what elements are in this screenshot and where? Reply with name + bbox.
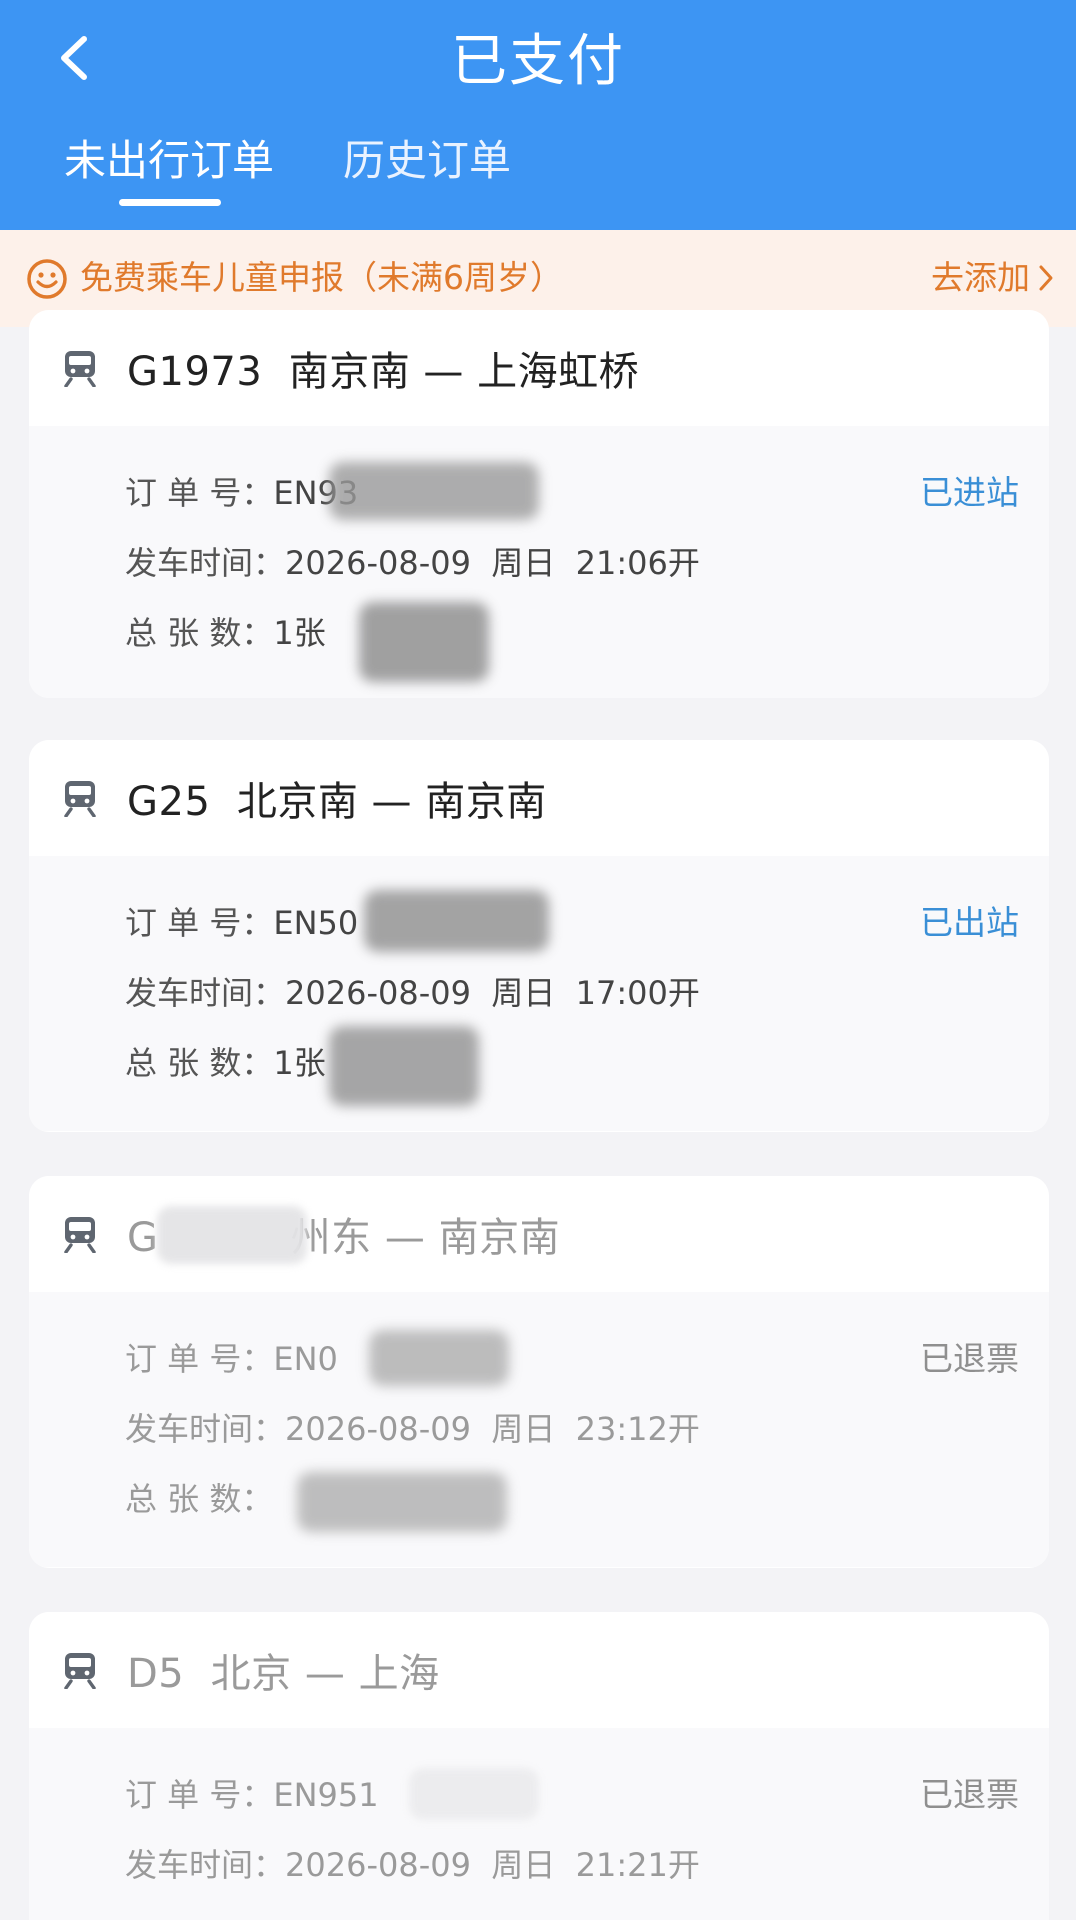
card-body: 订 单 号：EN951 发车时间：2026-08-09 周日 21:21开 已退… bbox=[29, 1728, 1049, 1920]
order-card[interactable]: G 州东 — 南京南 订 单 号：EN0 发车时间：2026-08-09 周日 … bbox=[29, 1176, 1049, 1568]
card-body: 订 单 号：EN0 发车时间：2026-08-09 周日 23:12开 总 张 … bbox=[29, 1292, 1049, 1567]
depart-time-row: 发车时间：2026-08-09 周日 21:06开 bbox=[125, 540, 700, 586]
card-header: D5 北京 — 上海 bbox=[29, 1612, 1049, 1728]
depart-time: 2026-08-09 周日 21:21开 bbox=[285, 1846, 700, 1884]
order-card[interactable]: G1973 南京南 — 上海虹桥 订 单 号：EN93 发车时间：2026-08… bbox=[29, 310, 1049, 698]
banner-text: 免费乘车儿童申报（未满6周岁） bbox=[80, 258, 563, 297]
order-number-label: 订 单 号： bbox=[125, 1340, 274, 1378]
order-number-label: 订 单 号： bbox=[125, 474, 274, 512]
order-number-row: 订 单 号：EN0 bbox=[125, 1336, 338, 1382]
order-number-row: 订 单 号：EN50 bbox=[125, 900, 358, 946]
smile-icon bbox=[27, 259, 67, 299]
depart-time-label: 发车时间： bbox=[125, 974, 286, 1012]
ticket-count-label: 总 张 数： bbox=[125, 1044, 274, 1082]
depart-time-row: 发车时间：2026-08-09 周日 17:00开 bbox=[125, 970, 700, 1016]
redaction-mark bbox=[329, 462, 539, 520]
order-card[interactable]: G25 北京南 — 南京南 订 单 号：EN50 发车时间：2026-08-09… bbox=[29, 740, 1049, 1132]
redaction-mark bbox=[329, 1026, 479, 1106]
ticket-count: 1张 bbox=[273, 1044, 326, 1082]
depart-time-label: 发车时间： bbox=[125, 1410, 286, 1448]
depart-time: 2026-08-09 周日 21:06开 bbox=[285, 544, 700, 582]
depart-time: 2026-08-09 周日 23:12开 bbox=[285, 1410, 700, 1448]
ticket-count-label: 总 张 数： bbox=[125, 614, 274, 652]
train-route: G25 北京南 — 南京南 bbox=[127, 779, 547, 825]
redaction-mark bbox=[157, 1206, 307, 1264]
train-icon bbox=[64, 1217, 96, 1253]
chevron-right-icon bbox=[1039, 265, 1053, 291]
add-child-link[interactable]: 去添加 bbox=[931, 252, 1054, 304]
card-body: 订 单 号：EN93 发车时间：2026-08-09 周日 21:06开 总 张… bbox=[29, 426, 1049, 698]
train-icon bbox=[64, 351, 96, 387]
ticket-count-row: 总 张 数：1张 bbox=[125, 1040, 326, 1086]
train-route: G1973 南京南 — 上海虹桥 bbox=[127, 349, 640, 395]
add-child-label: 去添加 bbox=[931, 258, 1030, 297]
depart-time-label: 发车时间： bbox=[125, 1846, 286, 1884]
status-badge: 已出站 bbox=[920, 903, 1019, 942]
order-number: EN951 bbox=[273, 1776, 379, 1814]
redaction-mark bbox=[364, 890, 549, 952]
status-badge: 已退票 bbox=[920, 1339, 1019, 1378]
page-title: 已支付 bbox=[451, 29, 625, 94]
active-tab-indicator bbox=[119, 199, 221, 206]
tab-history-orders[interactable]: 历史订单 bbox=[343, 130, 511, 192]
card-header: G1973 南京南 — 上海虹桥 bbox=[29, 310, 1049, 426]
tab-upcoming-orders[interactable]: 未出行订单 bbox=[64, 130, 274, 192]
redaction-mark bbox=[297, 1472, 507, 1532]
order-number-label: 订 单 号： bbox=[125, 904, 274, 942]
train-icon bbox=[64, 1653, 96, 1689]
depart-time: 2026-08-09 周日 17:00开 bbox=[285, 974, 700, 1012]
order-number: EN50 bbox=[273, 904, 359, 942]
train-icon bbox=[64, 781, 96, 817]
status-badge: 已退票 bbox=[920, 1775, 1019, 1814]
card-body: 订 单 号：EN50 发车时间：2026-08-09 周日 17:00开 总 张… bbox=[29, 856, 1049, 1131]
redaction-mark bbox=[409, 1768, 539, 1820]
ticket-count-row: 总 张 数：1张 bbox=[125, 610, 326, 656]
depart-time-row: 发车时间：2026-08-09 周日 23:12开 bbox=[125, 1406, 700, 1452]
ticket-count: 1张 bbox=[273, 614, 326, 652]
card-header: G25 北京南 — 南京南 bbox=[29, 740, 1049, 856]
ticket-count-label: 总 张 数： bbox=[125, 1480, 274, 1518]
order-number-row: 订 单 号：EN951 bbox=[125, 1772, 379, 1818]
depart-time-row: 发车时间：2026-08-09 周日 21:21开 bbox=[125, 1842, 700, 1888]
train-route: D5 北京 — 上海 bbox=[127, 1651, 440, 1697]
redaction-mark bbox=[369, 1330, 509, 1386]
card-header: G 州东 — 南京南 bbox=[29, 1176, 1049, 1292]
status-badge: 已进站 bbox=[920, 473, 1019, 512]
order-list-page: 已支付 未出行订单 历史订单 免费乘车儿童申报（未满6周岁） 去添加 G1973… bbox=[0, 0, 1076, 1920]
header-bar: 已支付 未出行订单 历史订单 bbox=[0, 0, 1076, 230]
order-card[interactable]: D5 北京 — 上海 订 单 号：EN951 发车时间：2026-08-09 周… bbox=[29, 1612, 1049, 1920]
order-number: EN0 bbox=[273, 1340, 338, 1378]
redaction-mark bbox=[359, 602, 489, 682]
order-number-row: 订 单 号：EN93 bbox=[125, 470, 358, 516]
depart-time-label: 发车时间： bbox=[125, 544, 286, 582]
order-number-label: 订 单 号： bbox=[125, 1776, 274, 1814]
ticket-count-row: 总 张 数： bbox=[125, 1476, 273, 1522]
